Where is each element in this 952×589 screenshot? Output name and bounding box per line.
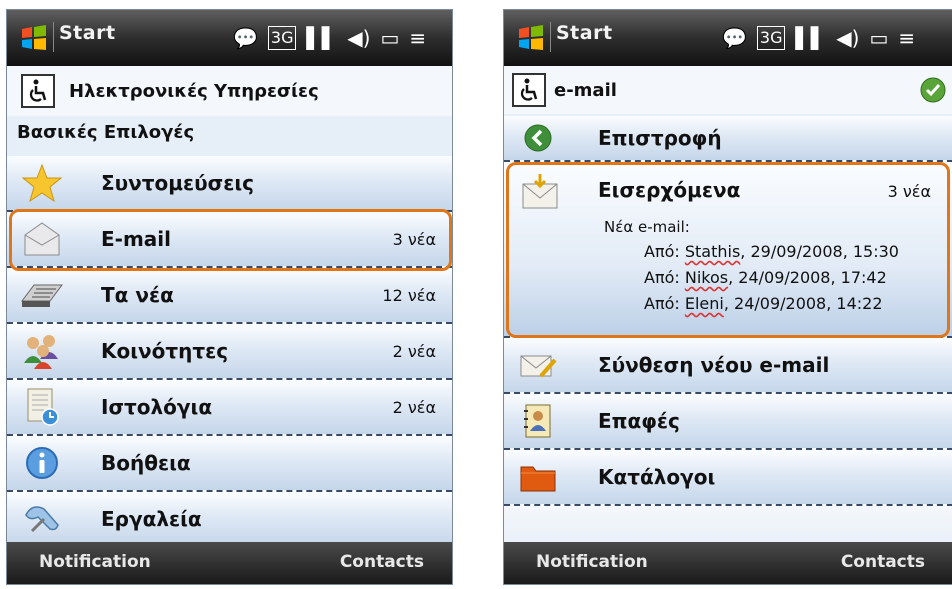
menu-item-shortcuts[interactable]: Συντομεύσεις: [7, 156, 452, 212]
menu-item-communities[interactable]: Κοινότητες 2 νέα: [7, 324, 452, 380]
network-icon[interactable]: 3G: [756, 26, 786, 50]
newspaper-icon: [19, 275, 65, 315]
menu-item-label: Συντομεύσεις: [101, 171, 255, 195]
battery-icon[interactable]: ▭: [869, 27, 888, 49]
menu-item-label: Τα νέα: [101, 283, 174, 307]
phone-screen-email: Start 💬 3G ▌▌ ◀) ▭ ≡ e-mail Επιστροφή Ει…: [503, 9, 952, 585]
menu-item-count: 2 νέα: [392, 397, 436, 417]
menu-item-label: Βοήθεια: [101, 451, 191, 475]
softkey-bar: Notification Contacts: [504, 542, 952, 584]
menu-icon[interactable]: ≡: [409, 27, 426, 49]
softkey-right[interactable]: Contacts: [841, 552, 925, 572]
status-bar: Start 💬 3G ▌▌ ◀) ▭ ≡: [504, 10, 952, 66]
softkey-left[interactable]: Notification: [536, 552, 648, 572]
separator: [53, 22, 54, 52]
start-label[interactable]: Start: [59, 22, 116, 44]
menu-item-count: 2 νέα: [392, 341, 436, 361]
star-icon: [19, 163, 65, 203]
signal-icon[interactable]: ▌▌: [306, 27, 337, 49]
contacts-label: Επαφές: [598, 409, 680, 433]
softkey-left[interactable]: Notification: [39, 552, 151, 572]
checkmark-icon[interactable]: [919, 76, 947, 104]
system-tray: 💬 3G ▌▌ ◀) ▭ ≡: [722, 23, 925, 53]
separator: [550, 22, 551, 52]
section-title: Βασικές Επιλογές: [17, 122, 195, 143]
people-icon: [19, 331, 65, 371]
blog-icon: [19, 387, 65, 427]
network-icon[interactable]: 3G: [267, 26, 297, 50]
back-item[interactable]: Επιστροφή: [504, 116, 952, 162]
accessibility-icon[interactable]: [21, 74, 55, 108]
speaker-icon[interactable]: ◀): [836, 27, 859, 49]
menu-item-label: Ιστολόγια: [101, 395, 213, 419]
header-title: Ηλεκτρονικές Υπηρεσίες: [69, 80, 319, 102]
battery-icon[interactable]: ▭: [380, 27, 399, 49]
menu-item-help[interactable]: Βοήθεια: [7, 436, 452, 492]
phone-screen-main-menu: Start 💬 3G ▌▌ ◀) ▭ ≡ Ηλεκτρονικές Υπηρεσ…: [6, 9, 453, 585]
status-bar: Start 💬 3G ▌▌ ◀) ▭ ≡: [7, 10, 452, 66]
header: e-mail: [504, 66, 952, 114]
address-book-icon: [518, 403, 558, 439]
folders-item[interactable]: Κατάλογοι: [504, 450, 952, 506]
menu-item-label: Κοινότητες: [101, 339, 229, 363]
menu-item-blogs[interactable]: Ιστολόγια 2 νέα: [7, 380, 452, 436]
compose-item[interactable]: Σύνθεση νέου e-mail: [504, 338, 952, 394]
header: Ηλεκτρονικές Υπηρεσίες: [7, 66, 452, 116]
speaker-icon[interactable]: ◀): [347, 27, 370, 49]
softkey-right[interactable]: Contacts: [340, 552, 424, 572]
menu-item-tools[interactable]: Εργαλεία: [7, 492, 452, 548]
menu-item-news[interactable]: Τα νέα 12 νέα: [7, 268, 452, 324]
signal-icon[interactable]: ▌▌: [795, 27, 826, 49]
highlight-outline: [506, 162, 950, 338]
menu-item-count: 12 νέα: [382, 285, 436, 305]
windows-start-icon[interactable]: [19, 23, 49, 53]
info-icon: [19, 443, 65, 483]
compose-label: Σύνθεση νέου e-mail: [598, 353, 830, 377]
system-tray: 💬 3G ▌▌ ◀) ▭ ≡: [233, 23, 436, 53]
back-label: Επιστροφή: [598, 126, 722, 150]
menu-item-label: Εργαλεία: [101, 507, 202, 531]
windows-start-icon[interactable]: [516, 23, 546, 53]
highlight-outline: [9, 209, 452, 271]
compose-envelope-icon: [518, 347, 558, 383]
back-arrow-icon: [518, 120, 558, 156]
chat-bubble-icon[interactable]: 💬: [722, 27, 747, 49]
chat-bubble-icon[interactable]: 💬: [233, 27, 258, 49]
start-label[interactable]: Start: [556, 22, 613, 44]
softkey-bar: Notification Contacts: [7, 542, 452, 584]
contacts-item[interactable]: Επαφές: [504, 394, 952, 450]
tools-icon: [19, 499, 65, 539]
folder-icon: [518, 459, 558, 495]
accessibility-icon[interactable]: [512, 73, 546, 107]
header-title: e-mail: [554, 79, 617, 101]
menu-icon[interactable]: ≡: [898, 27, 915, 49]
folders-label: Κατάλογοι: [598, 465, 716, 489]
